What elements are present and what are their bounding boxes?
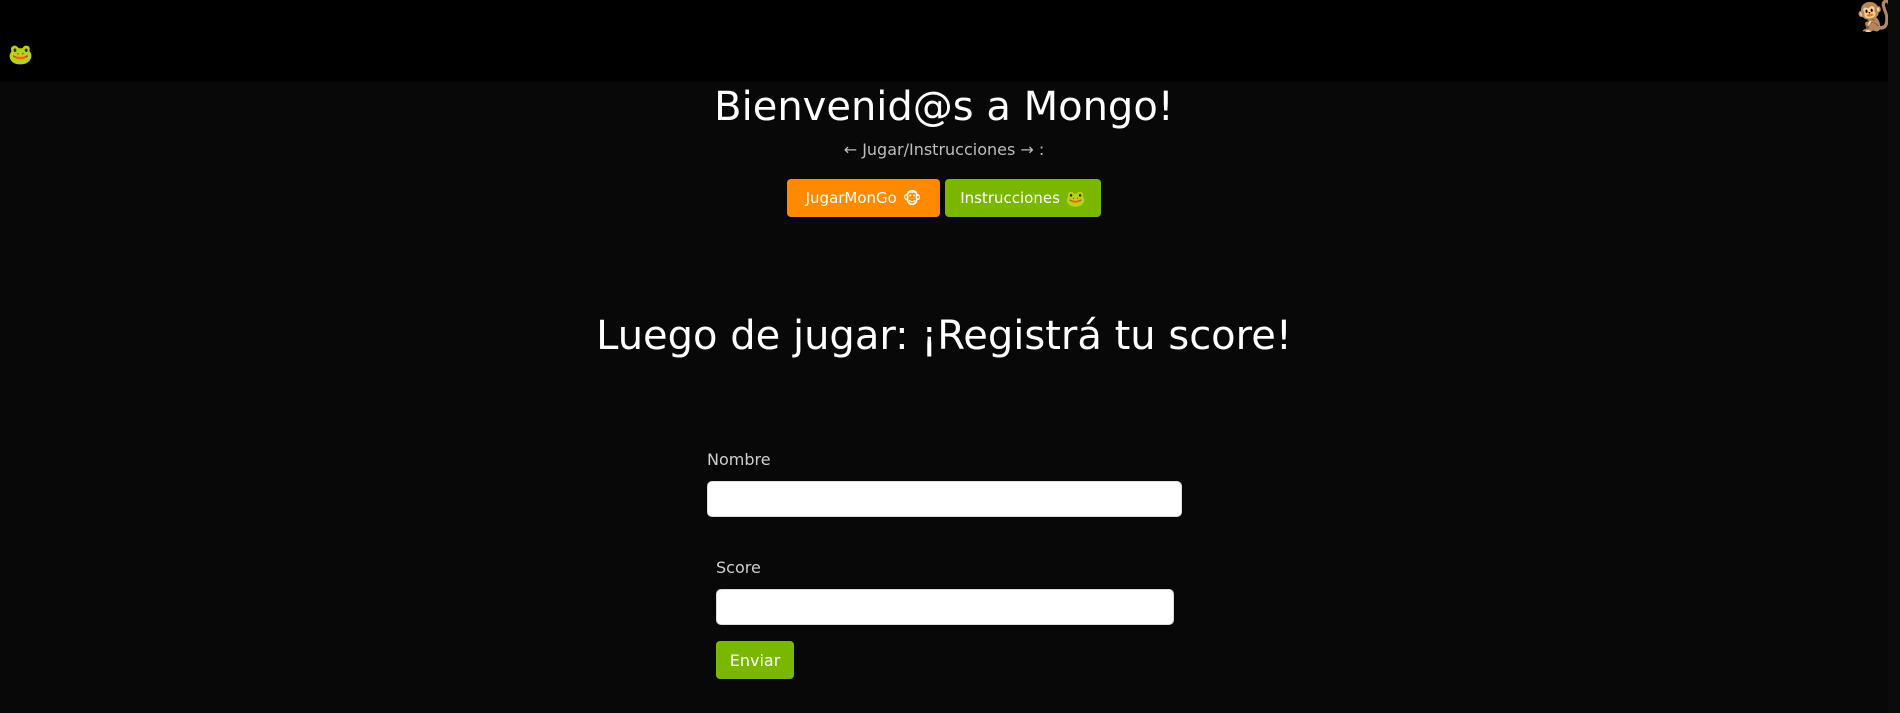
action-buttons: JugarMonGo 🐵 Instrucciones 🐸 xyxy=(0,179,1888,217)
name-input[interactable] xyxy=(707,481,1182,517)
play-mongo-button[interactable]: JugarMonGo 🐵 xyxy=(787,179,940,217)
top-bar: 🐸 🐒 xyxy=(0,0,1900,82)
frog-icon[interactable]: 🐸 xyxy=(8,44,33,64)
instructions-button[interactable]: Instrucciones 🐸 xyxy=(945,179,1101,217)
submit-button[interactable]: Enviar xyxy=(716,641,794,679)
subtitle: ← Jugar/Instrucciones → : xyxy=(843,140,1045,159)
score-heading: Luego de jugar: ¡Registrá tu score! xyxy=(596,313,1292,359)
monkey-face-icon: 🐵 xyxy=(902,188,922,208)
page: 🐸 🐒 Bienvenid@s a Mongo! ← Jugar/Instruc… xyxy=(0,0,1900,713)
frog-face-icon: 🐸 xyxy=(1065,188,1086,208)
page-title: Bienvenid@s a Mongo! xyxy=(714,84,1174,130)
scrollbar[interactable] xyxy=(1888,0,1900,713)
instructions-label: Instrucciones xyxy=(960,189,1060,207)
name-label: Nombre xyxy=(707,450,771,469)
play-mongo-label: JugarMonGo xyxy=(805,189,897,207)
score-input[interactable] xyxy=(716,589,1174,625)
score-label: Score xyxy=(716,558,761,577)
